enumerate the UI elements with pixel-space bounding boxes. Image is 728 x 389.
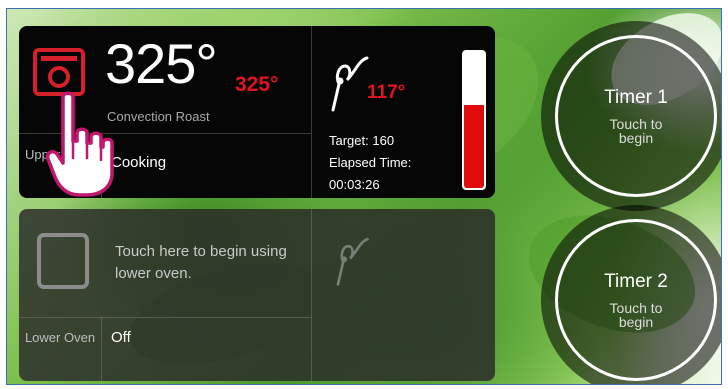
timer-ring: Timer 2 Touch to begin [555,219,717,381]
current-temperature: 325° [105,32,218,95]
lower-oven-card[interactable]: Touch here to begin using lower oven. Lo… [19,209,495,381]
lower-oven-prompt[interactable]: Touch here to begin using lower oven. [115,241,305,285]
timer-2-button[interactable]: Timer 2 Touch to begin [541,205,721,384]
timer-subtitle: Touch to begin [609,300,663,330]
timer-title: Timer 2 [604,271,668,292]
oven-icon-ring [48,66,70,88]
elapsed-time-label: Elapsed Time: [329,155,412,170]
probe-target: Target: 160 [329,133,395,148]
probe-info: Target: 160 Elapsed Time: 00:03:26 [329,130,411,196]
meat-probe-icon [331,56,369,112]
oven-control-screen: 325° 325° Convection Roast Upper Oven Co… [6,8,722,385]
probe-progress-gauge [462,50,486,190]
card-divider [311,209,312,381]
elapsed-time-value: 00:03:26 [329,177,380,192]
timer-ring: Timer 1 Touch to begin [555,35,717,197]
oven-icon-bar [41,56,77,61]
card-divider [311,26,312,198]
card-divider [101,317,102,381]
oven-status: Cooking [111,154,167,171]
timer-title: Timer 1 [604,87,668,108]
set-temperature: 325° [235,73,279,96]
cooking-mode: Convection Roast [107,109,210,124]
probe-progress-fill [464,105,484,188]
hand-pointer-icon [45,91,114,197]
oven-name: Lower Oven [24,330,96,345]
meat-probe-icon [336,237,369,286]
timer-1-button[interactable]: Timer 1 Touch to begin [541,21,721,211]
card-divider [19,317,311,318]
lower-oven-icon[interactable] [37,233,89,289]
oven-status: Off [111,329,131,346]
probe-temperature: 117° [367,82,406,103]
timer-subtitle: Touch to begin [609,116,663,146]
